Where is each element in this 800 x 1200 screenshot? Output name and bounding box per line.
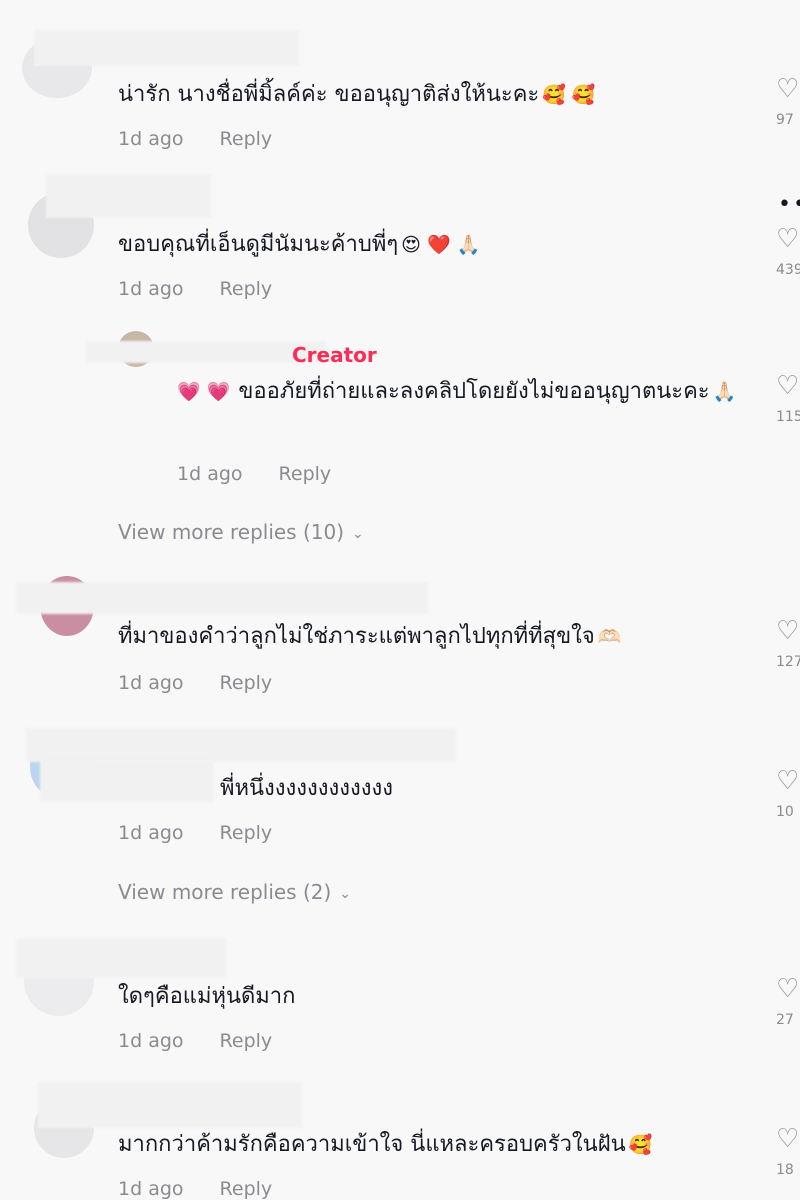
reply-item: Creator 💗 💗 ขออภัยที่ถ่ายและลงคลิปโดยยังไ… [0, 325, 800, 500]
like-count: 97 [776, 112, 794, 128]
like-button[interactable]: ♡ 439 [776, 226, 800, 278]
comment-meta: 1d ago Reply [118, 128, 272, 150]
comment-meta: 1d ago Reply [177, 463, 331, 485]
reply-button[interactable]: Reply [220, 278, 273, 300]
emoji: 💗 💗 [177, 381, 231, 403]
comment-text-content: ขออภัยที่ถ่ายและลงคลิปโดยยังไม่ขออนุญาตน… [238, 379, 710, 404]
like-count: 18 [776, 1162, 794, 1178]
heart-outline-icon[interactable]: ♡ [776, 373, 800, 399]
comment-text-content: ที่มาของคำว่าลูกไม่ใช่ภาระแต่พาลูกไปทุกท… [118, 624, 595, 649]
redacted-username [26, 728, 456, 762]
emoji: 🫶🏻 [597, 626, 622, 648]
heart-outline-icon[interactable]: ♡ [776, 1126, 800, 1152]
like-count: 27 [776, 1012, 794, 1028]
comment-item: พี่หนึ่งงงงงงงงงงงง 1d ago Reply ♡ 10 [0, 720, 800, 870]
comment-meta: 1d ago Reply [118, 822, 272, 844]
like-count: 439 [776, 262, 800, 278]
timestamp: 1d ago [118, 278, 184, 300]
comment-text: น่ารัก นางชื่อพี่มิ้ลค์ค่ะ ขออนุญาติส่งใ… [118, 78, 758, 112]
redacted-username [38, 1082, 302, 1128]
comment-item: ที่มาของคำว่าลูกไม่ใช่ภาระแต่พาลูกไปทุกท… [0, 570, 800, 720]
like-button[interactable]: ♡ 115 [776, 373, 800, 425]
timestamp: 1d ago [118, 822, 184, 844]
reply-button[interactable]: Reply [220, 1178, 273, 1200]
like-count: 115 [776, 409, 800, 425]
reply-button[interactable]: Reply [279, 463, 332, 485]
like-button[interactable]: ♡ 127 [776, 618, 800, 670]
redacted-username [16, 582, 428, 614]
emoji: 🥰 [628, 1134, 653, 1156]
comment-text: 💗 💗 ขออภัยที่ถ่ายและลงคลิปโดยยังไม่ขออนุญ… [177, 375, 757, 409]
comment-text-content: พี่หนึ่งงงงงงงงงงงง [220, 776, 393, 801]
timestamp: 1d ago [118, 1178, 184, 1200]
comment-item: น่ารัก นางชื่อพี่มิ้ลค์ค่ะ ขออนุญาติส่งใ… [0, 0, 800, 170]
comment-meta: 1d ago Reply [118, 1178, 272, 1200]
heart-outline-icon[interactable]: ♡ [776, 76, 800, 102]
view-more-replies-button[interactable]: View more replies (2) ⌄ [118, 880, 351, 904]
redacted-username [86, 341, 326, 363]
comment-text-content: ขอบคุณที่เอ็นดูมีนัมนะค้าบพี่ๆ [118, 232, 399, 257]
comment-text: ที่มาของคำว่าลูกไม่ใช่ภาระแต่พาลูกไปทุกท… [118, 620, 758, 654]
comment-text-content: น่ารัก นางชื่อพี่มิ้ลค์ค่ะ ขออนุญาติส่งใ… [118, 82, 540, 107]
emoji: 🙏🏻 [712, 381, 737, 403]
redacted-username [16, 938, 226, 978]
heart-outline-icon[interactable]: ♡ [776, 618, 800, 644]
heart-outline-icon[interactable]: ♡ [776, 976, 800, 1002]
redacted-username [40, 760, 214, 802]
like-button[interactable]: ♡ 27 [776, 976, 800, 1028]
redacted-username [34, 30, 299, 66]
comment-text: พี่หนึ่งงงงงงงงงงงง [220, 772, 760, 806]
chevron-down-icon[interactable]: ⌄ [352, 526, 364, 542]
like-button[interactable]: ♡ 97 [776, 76, 800, 128]
like-button[interactable]: ♡ 10 [776, 768, 800, 820]
timestamp: 1d ago [118, 672, 184, 694]
emoji: 🥰 🥰 [542, 84, 596, 106]
timestamp: 1d ago [118, 1030, 184, 1052]
comment-text-content: มากกว่าค้ามรักคือความเข้าใจ นี่แหละครอบค… [118, 1132, 626, 1157]
like-count: 127 [776, 654, 800, 670]
reply-button[interactable]: Reply [220, 1030, 273, 1052]
comment-meta: 1d ago Reply [118, 672, 272, 694]
emoji: 😍 ❤️ 🙏🏻 [401, 234, 481, 256]
like-count: 10 [776, 804, 794, 820]
comment-text: ขอบคุณที่เอ็นดูมีนัมนะค้าบพี่ๆ 😍 ❤️ 🙏🏻 [118, 228, 758, 262]
comment-text: มากกว่าค้ามรักคือความเข้าใจ นี่แหละครอบค… [118, 1128, 758, 1162]
chevron-down-icon[interactable]: ⌄ [339, 886, 351, 902]
comment-text-content: ใดๆคือแม่หุ่นดีมาก [118, 984, 296, 1009]
reply-button[interactable]: Reply [220, 128, 273, 150]
comment-item: มากกว่าค้ามรักคือความเข้าใจ นี่แหละครอบค… [0, 1080, 800, 1200]
view-more-replies-button[interactable]: View more replies (10) ⌄ [118, 520, 364, 544]
timestamp: 1d ago [177, 463, 243, 485]
comment-text: ใดๆคือแม่หุ่นดีมาก [118, 980, 758, 1014]
timestamp: 1d ago [118, 128, 184, 150]
heart-outline-icon[interactable]: ♡ [776, 226, 800, 252]
creator-badge: Creator [292, 343, 377, 367]
comment-item: ขอบคุณที่เอ็นดูมีนัมนะค้าบพี่ๆ 😍 ❤️ 🙏🏻 1d… [0, 170, 800, 320]
reply-button[interactable]: Reply [220, 672, 273, 694]
comment-meta: 1d ago Reply [118, 1030, 272, 1052]
comment-meta: 1d ago Reply [118, 278, 272, 300]
heart-outline-icon[interactable]: ♡ [776, 768, 800, 794]
reply-button[interactable]: Reply [220, 822, 273, 844]
like-button[interactable]: ♡ 18 [776, 1126, 800, 1178]
redacted-username [46, 174, 211, 218]
comment-item: ใดๆคือแม่หุ่นดีมาก 1d ago Reply ♡ 27 [0, 930, 800, 1080]
